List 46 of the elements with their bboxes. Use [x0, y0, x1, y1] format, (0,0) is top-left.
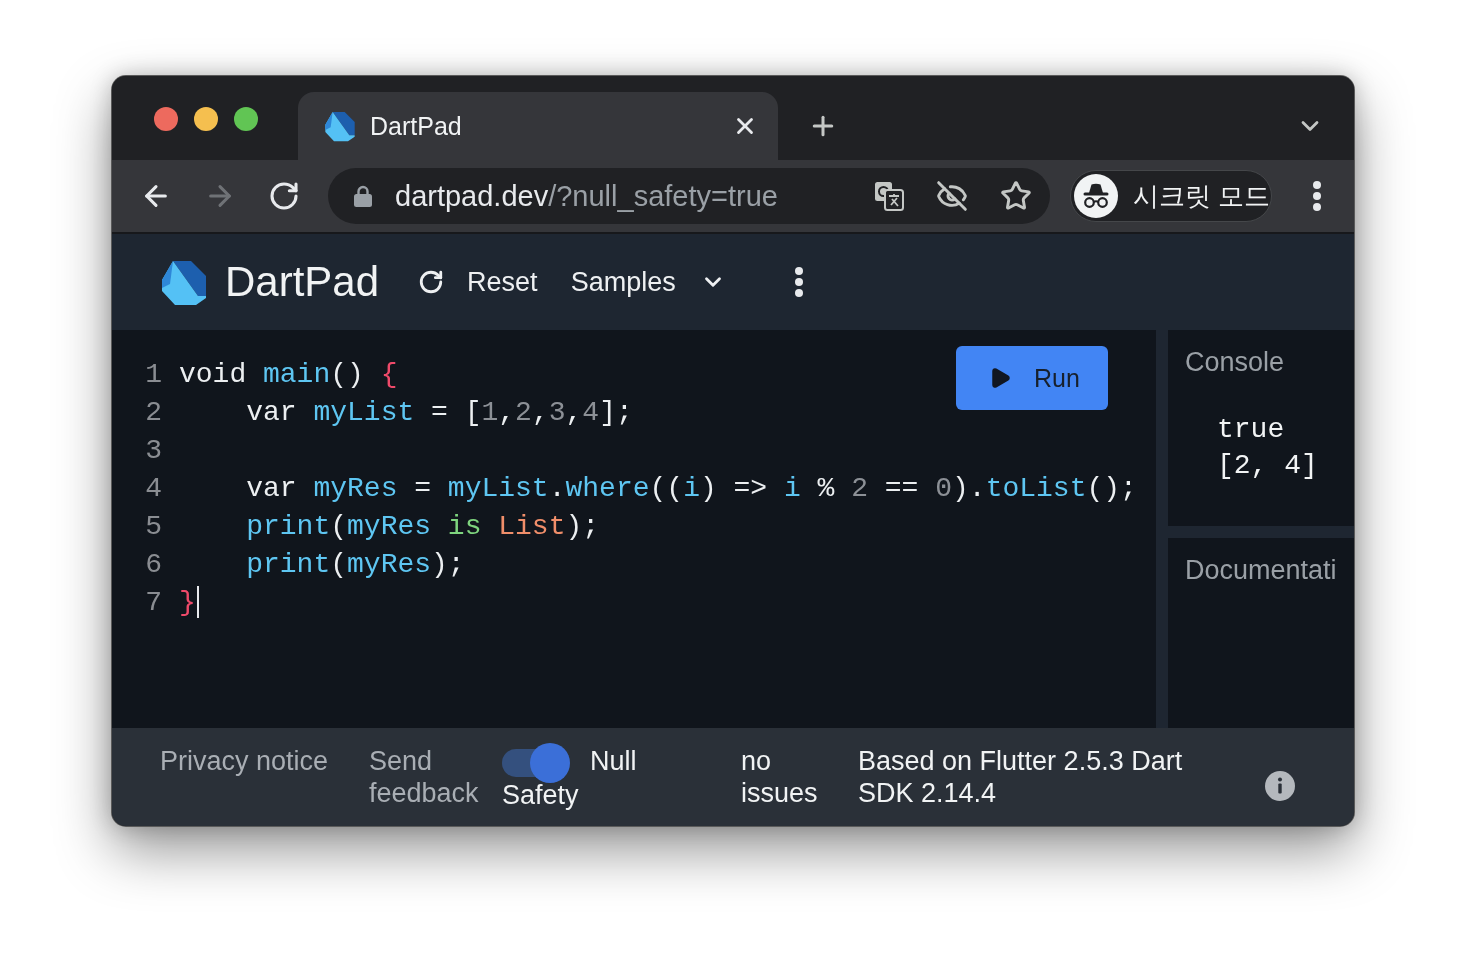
window-minimize-button[interactable] — [194, 107, 218, 131]
null-safety-toggle[interactable]: Null Safety — [502, 745, 682, 811]
code-line: } — [179, 586, 196, 618]
app-title: DartPad — [225, 258, 380, 306]
code-line: print(myRes); — [246, 548, 465, 580]
refresh-icon — [418, 269, 445, 295]
version-text: Based on Flutter 2.5.3 Dart SDK 2.14.4 — [858, 745, 1184, 809]
reload-icon[interactable] — [268, 180, 300, 212]
switch-icon[interactable] — [502, 742, 570, 783]
line-number: 1 — [145, 358, 162, 390]
footer-link[interactable]: Send feedback — [369, 745, 491, 809]
code-line: print(myRes is List); — [246, 510, 600, 542]
browser-tab[interactable]: DartPad — [298, 92, 778, 160]
window-maximize-button[interactable] — [234, 107, 258, 131]
line-number: 4 — [145, 472, 162, 504]
line-number: 3 — [145, 434, 162, 466]
incognito-profile-button[interactable]: 시크릿 모드 — [1070, 170, 1272, 222]
console-output-line: [2, 4] — [1217, 449, 1318, 483]
samples-dropdown[interactable]: Samples — [570, 266, 726, 298]
documentation-title: Documentati — [1185, 554, 1338, 586]
reset-button[interactable]: Reset — [418, 266, 538, 298]
window-close-button[interactable] — [154, 107, 178, 131]
more-menu-icon[interactable] — [1312, 180, 1322, 212]
incognito-icon — [1074, 174, 1118, 218]
more-options-icon[interactable] — [793, 266, 804, 298]
line-number: 5 — [145, 510, 162, 542]
code-line: var myRes = myList.where((i) => i % 2 == 0).toList(); — [246, 472, 1137, 504]
code-line: void main() { — [179, 358, 398, 390]
status-text: no issues — [741, 745, 819, 809]
code-editor[interactable]: 1 void main() { 2 var myList = [1,2,3,4]; 3 4 var myRes = myList.where((i) => i % 2 == 0).toList(); 5 print(myRes is List); 6 print(myRes); 7 } Run — [112, 330, 1156, 728]
console-output-line: true — [1217, 413, 1285, 447]
eye-off-icon[interactable] — [936, 180, 968, 212]
line-number: 7 — [145, 586, 162, 618]
address-bar[interactable]: dartpad.dev/?null_safety=true — [328, 168, 1050, 224]
line-number: 2 — [145, 396, 162, 428]
lock-icon — [354, 185, 372, 207]
translate-icon[interactable] — [874, 181, 904, 211]
star-icon[interactable] — [1000, 180, 1032, 212]
line-number: 6 — [145, 548, 162, 580]
console-title: Console — [1185, 346, 1286, 378]
dart-logo-icon — [160, 258, 208, 306]
code-line: var myList = [1,2,3,4]; — [246, 396, 633, 428]
dart-logo-icon — [324, 110, 356, 142]
footer-link[interactable]: Privacy notice — [160, 745, 329, 777]
info-icon[interactable] — [1265, 770, 1295, 801]
run-button[interactable]: Run — [956, 346, 1108, 410]
